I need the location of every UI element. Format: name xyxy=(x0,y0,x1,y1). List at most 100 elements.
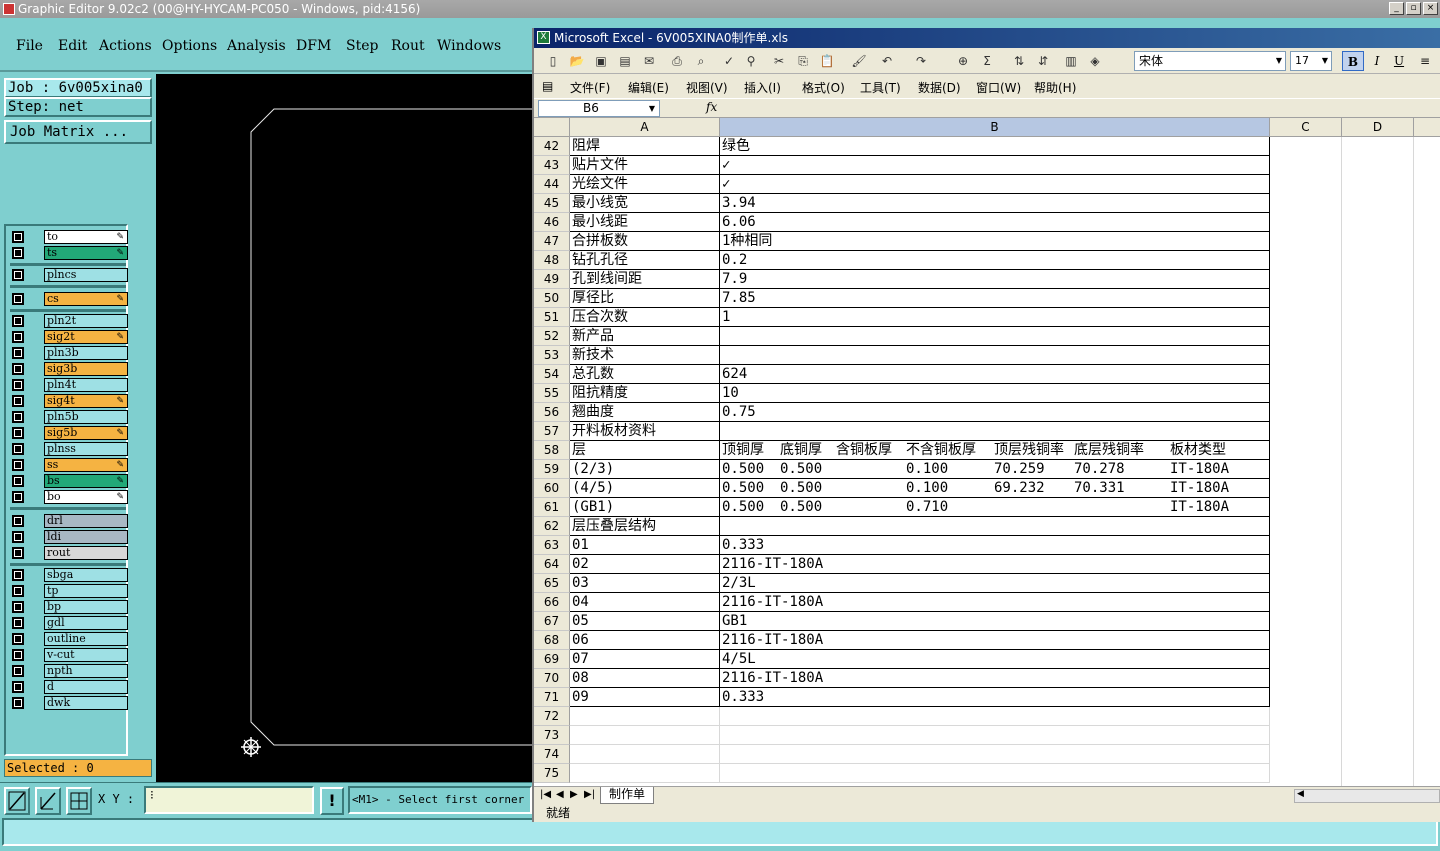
cell-a[interactable]: 06 xyxy=(570,631,720,650)
layer-row-sig3b[interactable]: sig3b xyxy=(10,362,128,376)
horizontal-scrollbar[interactable]: ◀ xyxy=(1294,789,1440,803)
row-header[interactable]: 48 xyxy=(534,251,570,270)
layer-name[interactable]: pln5b xyxy=(44,410,128,424)
layer-row-sig5b[interactable]: sig5b ✎ xyxy=(10,426,128,440)
cell-b[interactable]: ✓ xyxy=(720,175,1270,194)
layer-checkbox[interactable] xyxy=(12,293,24,305)
cell-b[interactable]: 1 xyxy=(720,308,1270,327)
cell-a[interactable]: 合拼板数 xyxy=(570,232,720,251)
row-header[interactable]: 69 xyxy=(534,650,570,669)
layer-checkbox[interactable] xyxy=(12,427,24,439)
cell-a[interactable]: 最小线宽 xyxy=(570,194,720,213)
cell-a[interactable]: 04 xyxy=(570,593,720,612)
save-icon[interactable]: ▣ xyxy=(592,52,610,70)
layer-checkbox[interactable] xyxy=(12,547,24,559)
layer-checkbox[interactable] xyxy=(12,347,24,359)
row-header[interactable]: 73 xyxy=(534,726,570,745)
xl-menu-view[interactable]: 视图(V) xyxy=(686,79,728,96)
cell-b[interactable] xyxy=(720,707,1270,726)
cell-a[interactable]: 压合次数 xyxy=(570,308,720,327)
cell-a[interactable] xyxy=(570,764,720,783)
cell-b[interactable]: 2116-IT-180A xyxy=(720,631,1270,650)
row-header[interactable]: 64 xyxy=(534,555,570,574)
layer-row-ss[interactable]: ss ✎ xyxy=(10,458,128,472)
row-header[interactable]: 47 xyxy=(534,232,570,251)
xl-menu-file[interactable]: 文件(F) xyxy=(570,79,610,96)
layer-row-to[interactable]: to ✎ xyxy=(10,230,128,244)
layer-checkbox[interactable] xyxy=(12,315,24,327)
layer-row-bp[interactable]: bp xyxy=(10,600,128,614)
row-header[interactable]: 53 xyxy=(534,346,570,365)
layer-name[interactable]: gdl xyxy=(44,616,128,630)
drawing-icon[interactable]: ◈ xyxy=(1086,52,1104,70)
research-icon[interactable]: ⚲ xyxy=(742,52,760,70)
row-header[interactable]: 57 xyxy=(534,422,570,441)
row-header[interactable]: 71 xyxy=(534,688,570,707)
layer-name[interactable]: v-cut xyxy=(44,648,128,662)
layer-name[interactable]: ldi xyxy=(44,530,128,544)
row-header[interactable]: 49 xyxy=(534,270,570,289)
layer-checkbox[interactable] xyxy=(12,681,24,693)
job-matrix-button[interactable]: Job Matrix ... xyxy=(4,120,152,144)
cell-a[interactable]: 新技术 xyxy=(570,346,720,365)
cut-icon[interactable]: ✂ xyxy=(770,52,788,70)
bold-button[interactable]: B xyxy=(1342,51,1364,71)
layer-name[interactable]: tp xyxy=(44,584,128,598)
last-sheet-icon[interactable]: ▶| xyxy=(584,789,595,800)
cell-a[interactable]: 05 xyxy=(570,612,720,631)
cell-b[interactable]: 绿色 xyxy=(720,137,1270,156)
layer-checkbox[interactable] xyxy=(12,231,24,243)
layer-row-sig2t[interactable]: sig2t ✎ xyxy=(10,330,128,344)
layer-checkbox[interactable] xyxy=(12,331,24,343)
cell-a[interactable]: 翘曲度 xyxy=(570,403,720,422)
layer-row-gdl[interactable]: gdl xyxy=(10,616,128,630)
menu-actions[interactable]: Actions xyxy=(99,38,152,54)
open-icon[interactable]: 📂 xyxy=(568,52,586,70)
xl-menu-format[interactable]: 格式(O) xyxy=(802,79,845,96)
row-header[interactable]: 70 xyxy=(534,669,570,688)
menu-analysis[interactable]: Analysis xyxy=(227,38,286,54)
menu-dfm[interactable]: DFM xyxy=(296,38,331,54)
cell-a[interactable]: (4/5) xyxy=(570,479,720,498)
cell-b[interactable]: 0.500 0.500 0.100 69.232 70.331 IT-180A xyxy=(720,479,1270,498)
cell-b[interactable]: 0.333 xyxy=(720,536,1270,555)
layer-checkbox[interactable] xyxy=(12,475,24,487)
layer-name[interactable]: to ✎ xyxy=(44,230,128,244)
underline-button[interactable]: U xyxy=(1388,51,1410,71)
layer-checkbox[interactable] xyxy=(12,569,24,581)
layer-checkbox[interactable] xyxy=(12,531,24,543)
print-preview-icon[interactable]: ⌕ xyxy=(692,52,710,70)
col-header-d[interactable]: D xyxy=(1342,118,1414,137)
xl-menu-edit[interactable]: 编辑(E) xyxy=(628,79,669,96)
italic-button[interactable]: I xyxy=(1366,51,1388,71)
cell-a[interactable]: 钻孔孔径 xyxy=(570,251,720,270)
cell-b[interactable]: ✓ xyxy=(720,156,1270,175)
layer-row-npth[interactable]: npth xyxy=(10,664,128,678)
row-header[interactable]: 72 xyxy=(534,707,570,726)
row-header[interactable]: 63 xyxy=(534,536,570,555)
row-header[interactable]: 60 xyxy=(534,479,570,498)
layer-checkbox[interactable] xyxy=(12,515,24,527)
cell-b[interactable]: 624 xyxy=(720,365,1270,384)
layer-name[interactable]: ss ✎ xyxy=(44,458,128,472)
row-header[interactable]: 51 xyxy=(534,308,570,327)
font-name-select[interactable]: 宋体 ▼ xyxy=(1134,51,1286,71)
menu-step[interactable]: Step xyxy=(346,38,378,54)
layer-checkbox[interactable] xyxy=(12,411,24,423)
layer-name[interactable]: rout xyxy=(44,546,128,560)
cell-b[interactable]: 0.333 xyxy=(720,688,1270,707)
first-sheet-icon[interactable]: |◀ xyxy=(540,789,551,800)
col-header-b[interactable]: B xyxy=(720,118,1270,137)
cell-b[interactable] xyxy=(720,422,1270,441)
row-header[interactable]: 45 xyxy=(534,194,570,213)
cell-b[interactable]: 3.94 xyxy=(720,194,1270,213)
cell-b[interactable]: 1种相同 xyxy=(720,232,1270,251)
measure-icon[interactable] xyxy=(35,787,61,815)
layer-row-bs[interactable]: bs ✎ xyxy=(10,474,128,488)
layer-name[interactable]: npth xyxy=(44,664,128,678)
cell-b[interactable]: 6.06 xyxy=(720,213,1270,232)
layer-checkbox[interactable] xyxy=(12,665,24,677)
xl-menu-data[interactable]: 数据(D) xyxy=(918,79,961,96)
cell-a[interactable]: 层 xyxy=(570,441,720,460)
layer-name[interactable]: pln2t xyxy=(44,314,128,328)
